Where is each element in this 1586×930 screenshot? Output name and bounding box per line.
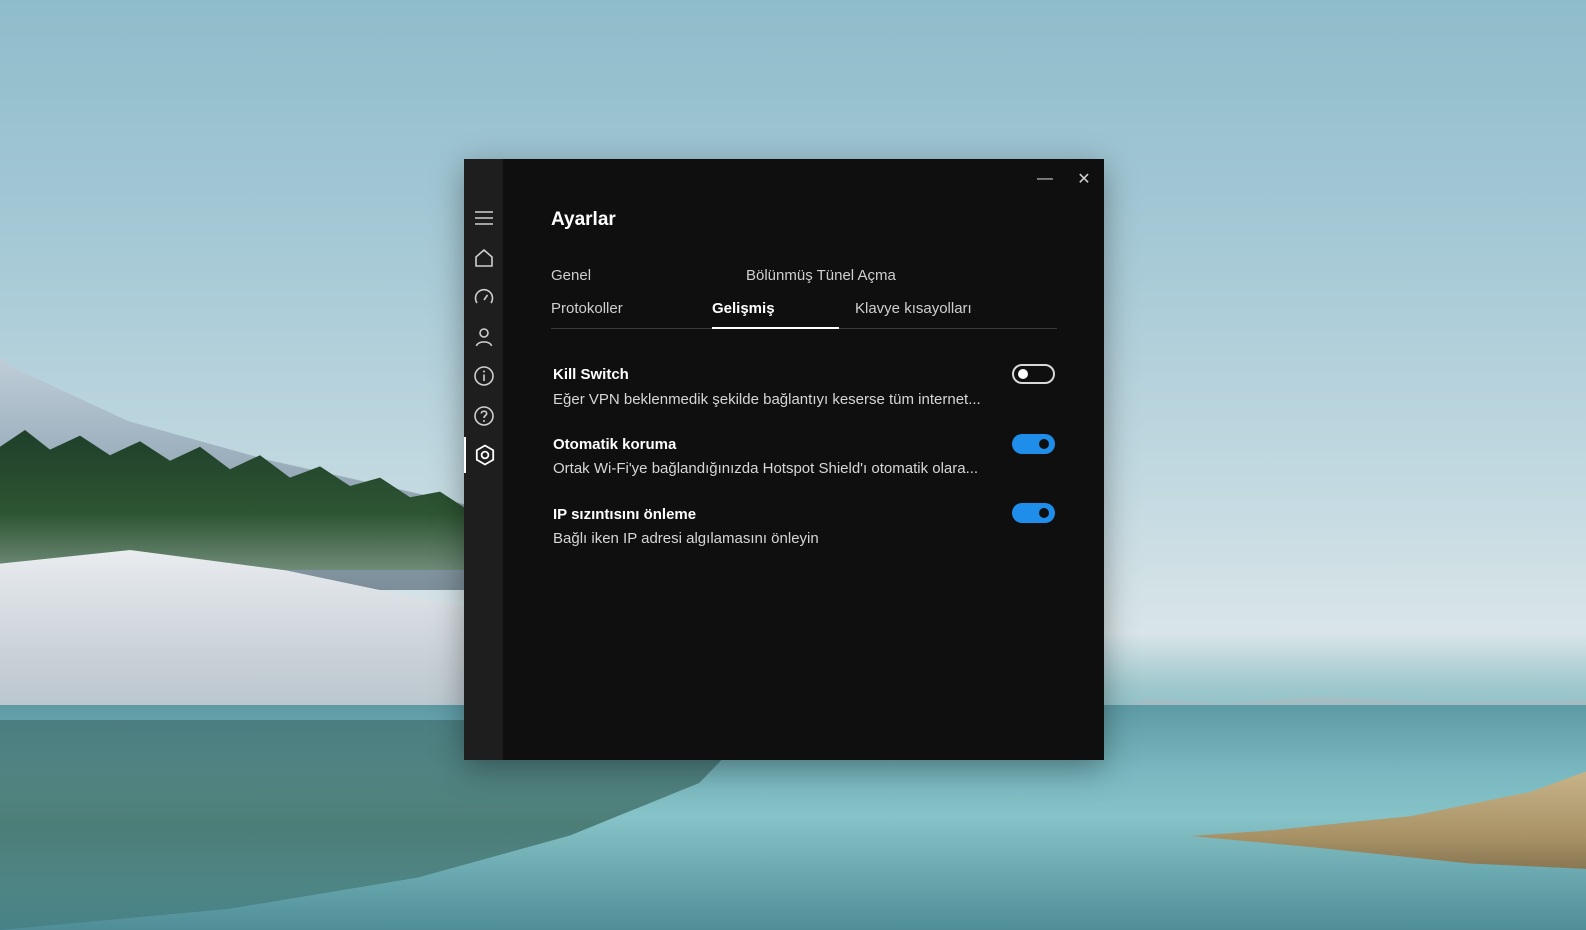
help-icon [473, 406, 494, 426]
tab-general[interactable]: Genel [551, 267, 591, 284]
minimize-button[interactable]: — [1031, 167, 1059, 191]
setting-description: Eğer VPN beklenmedik şekilde bağlantıyı … [553, 391, 981, 408]
setting-description: Ortak Wi-Fi'ye bağlandığınızda Hotspot S… [553, 460, 979, 477]
setting-description: Bağlı iken IP adresi algılamasını önleyi… [553, 530, 819, 547]
tab-advanced[interactable]: Gelişmiş [712, 300, 775, 317]
toggle-knob [1018, 369, 1028, 379]
account-icon [475, 328, 492, 347]
sidebar-item-menu[interactable] [464, 200, 503, 236]
sidebar [464, 159, 503, 760]
auto-protect-toggle[interactable] [1012, 434, 1055, 454]
toggle-knob [1039, 508, 1049, 518]
hamburger-menu-icon [474, 211, 493, 225]
sidebar-item-home[interactable] [464, 240, 503, 276]
settings-icon [475, 444, 494, 466]
minimize-icon: — [1037, 170, 1053, 187]
sidebar-item-account[interactable] [464, 319, 503, 355]
setting-title: Otomatik koruma [553, 436, 677, 453]
close-button[interactable]: ✕ [1070, 167, 1098, 191]
ip-leak-toggle[interactable] [1012, 503, 1055, 523]
tab-keyboard-shortcuts[interactable]: Klavye kısayolları [855, 300, 972, 317]
toggle-knob [1039, 439, 1049, 449]
speedometer-icon [474, 288, 493, 304]
settings-window: — ✕ Ayarlar Genel Bölünmüş Tünel Açma Pr… [464, 159, 1104, 760]
sidebar-item-speed[interactable] [464, 280, 503, 316]
sidebar-item-info[interactable] [464, 358, 503, 394]
setting-title: IP sızıntısını önleme [553, 506, 697, 523]
info-icon [473, 366, 494, 386]
sidebar-item-help[interactable] [464, 398, 503, 434]
tab-protocols[interactable]: Protokoller [551, 300, 623, 317]
setting-title: Kill Switch [553, 366, 629, 383]
wallpaper-forest [0, 430, 500, 570]
kill-switch-toggle[interactable] [1012, 364, 1055, 384]
active-tab-indicator [712, 327, 839, 329]
tab-split-tunneling[interactable]: Bölünmüş Tünel Açma [746, 267, 896, 284]
home-icon [474, 249, 493, 267]
close-icon: ✕ [1077, 171, 1091, 188]
sidebar-item-settings[interactable] [464, 437, 503, 473]
page-title: Ayarlar [551, 209, 616, 230]
